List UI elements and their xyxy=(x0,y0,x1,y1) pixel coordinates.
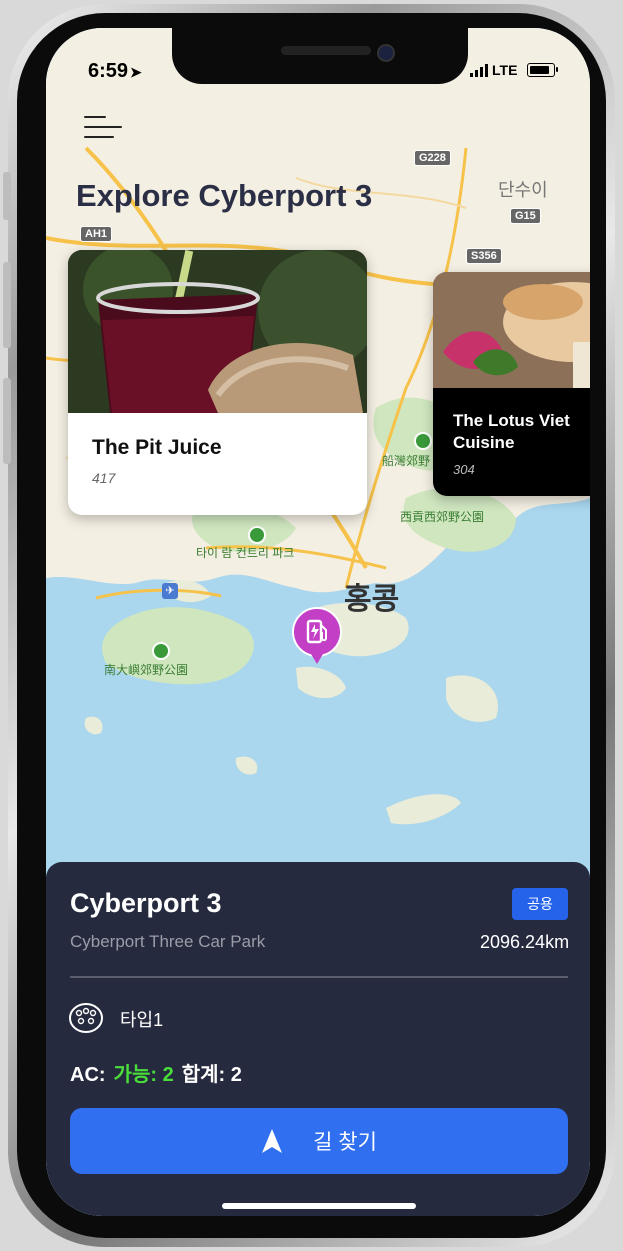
map-label-danshui: 단수이 xyxy=(498,180,548,200)
map-label-boat-park: 船灣郊野 xyxy=(382,454,431,468)
map-label-west-park: 西貢西郊野公園 xyxy=(400,510,485,524)
navigate-button[interactable]: 길 찾기 xyxy=(70,1108,568,1174)
restaurant-name: The Lotus Viet Cuisine xyxy=(453,411,570,452)
speaker xyxy=(281,46,371,55)
station-distance: 2096.24km xyxy=(480,932,570,952)
ac-label: AC: xyxy=(70,1064,106,1086)
ac-availability: AC: 가능: 2 합계: 2 xyxy=(70,1058,242,1087)
volume-down-button xyxy=(3,378,11,464)
ev-plug-icon xyxy=(68,1002,104,1034)
location-arrow-icon: ➤ xyxy=(130,64,142,80)
camera xyxy=(377,44,395,62)
divider xyxy=(70,976,568,978)
restaurant-photo xyxy=(68,250,367,413)
signal-icon xyxy=(470,63,488,77)
station-address: Cyberport Three Car Park xyxy=(70,932,266,951)
park-icon xyxy=(414,432,432,450)
road-badge-ah1: AH1 xyxy=(80,226,113,242)
mute-switch xyxy=(3,172,11,220)
navigation-arrow-icon xyxy=(262,1129,283,1153)
network-label: LTE xyxy=(492,62,518,78)
station-name: Cyberport 3 xyxy=(70,888,222,918)
total-count: 합계: 2 xyxy=(181,1064,242,1086)
status-indicators: LTE xyxy=(470,62,559,78)
ev-charger-pin-icon[interactable] xyxy=(291,606,345,670)
restaurant-name: The Pit Juice xyxy=(92,436,222,459)
road-badge-g228: G228 xyxy=(414,150,451,166)
battery-icon xyxy=(527,63,559,77)
road-badge-s356: S356 xyxy=(466,248,502,264)
road-badge-g15: G15 xyxy=(510,208,541,224)
navigate-label: 길 찾기 xyxy=(313,1131,377,1154)
restaurant-photo xyxy=(433,272,590,388)
screen: AH1 G228 G15 S356 단수이 船灣郊野 西貢西郊野公園 타이 람 … xyxy=(46,28,590,1216)
restaurant-value: 417 xyxy=(92,470,116,486)
menu-icon[interactable] xyxy=(84,112,124,144)
notch xyxy=(172,28,468,84)
plug-type: 타입1 xyxy=(120,1010,164,1030)
airport-icon: ✈ xyxy=(162,583,178,599)
map-label-hongkong: 홍콩 xyxy=(344,583,400,616)
map-label-south-lantau: 南大嶼郊野公園 xyxy=(104,663,189,677)
restaurant-card[interactable]: The Pit Juice 417 xyxy=(68,250,367,515)
volume-up-button xyxy=(3,262,11,348)
status-badge: 공용 xyxy=(512,888,568,920)
restaurant-value: 304 xyxy=(453,462,475,477)
station-sheet: Cyberport 3 공용 Cyberport Three Car Park … xyxy=(46,862,590,1216)
available-count: 가능: 2 xyxy=(113,1064,174,1086)
page-title: Explore Cyberport 3 xyxy=(76,178,373,213)
park-icon xyxy=(248,526,266,544)
map-label-tai-lam: 타이 람 컨트리 파크 xyxy=(196,546,295,560)
restaurant-card[interactable]: The Lotus Viet Cuisine 304 xyxy=(433,272,590,496)
status-time: 6:59 ➤ xyxy=(88,60,142,82)
park-icon xyxy=(152,642,170,660)
home-indicator xyxy=(222,1203,416,1209)
